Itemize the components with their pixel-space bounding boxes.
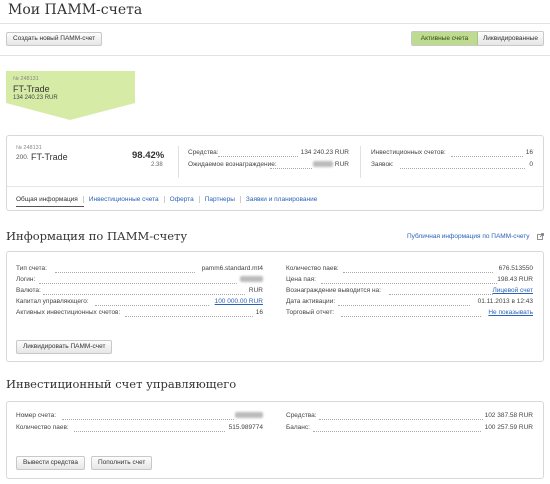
divider [7,186,543,187]
reward-value: RUR [334,161,349,168]
account-tabs: Общая информация Инвестиционные счета Оф… [16,196,322,203]
account-card[interactable]: № 248131 FT-Trade 134 240.23 RUR [6,71,135,120]
dots [218,156,298,157]
deposit-button[interactable]: Пополнить счет [91,456,153,470]
dots [343,272,493,273]
unit-price-value: 198.43 RUR [497,276,533,283]
units-count-label: Количество паев: [286,265,339,272]
dots [62,419,234,420]
active-inv-accounts-label: Активных инвестиционных счетов: [16,309,121,316]
account-number-value [235,412,263,418]
manager-balance-label: Баланс: [286,424,310,431]
card-name: FT-Trade [13,84,50,94]
account-type-value: pamm6.standard.mt4 [201,265,263,272]
inv-accounts-value: 16 [525,149,533,156]
public-info-link[interactable]: Публичная информация по ПАММ-счету [407,233,530,240]
divider [0,23,550,24]
card-number: № 248131 [13,76,39,82]
active-tab-indicator [16,206,84,207]
unit-price-label: Цена пая: [286,276,316,283]
manager-capital-label: Капитал управляющего: [16,298,89,305]
dots [451,156,523,157]
active-inv-accounts-value: 16 [255,309,263,316]
trade-report-label: Торговый отчет: [286,309,335,316]
units-count-value: 676.513550 [498,265,533,272]
dots [270,168,312,169]
manager-funds-label: Средства: [286,412,317,419]
hidden-value [313,161,333,167]
login-label: Логин: [16,276,36,283]
dots [400,168,525,169]
page-title: Мои ПАММ-счета [8,2,143,18]
manager-balance-value: 100 257.59 RUR [484,424,533,431]
inv-accounts-label: Инвестиционных счетов: [371,149,446,156]
filter-liquidated-button[interactable]: Ликвидированные [478,32,543,45]
filter-active-button[interactable]: Активные счета [412,32,478,45]
withdraw-button[interactable]: Вывести средства [16,456,86,470]
dots [319,419,483,420]
dots [341,316,481,317]
reward-payout-value[interactable]: Лицевой счет [487,287,533,294]
dots [74,431,225,432]
liquidate-button[interactable]: Ликвидировать ПАММ-счет [16,340,113,354]
yield-percent: 98.42% [132,150,165,161]
account-type-label: Тип счета: [16,265,47,272]
dots [338,305,470,306]
tab-requests[interactable]: Заявки и планирование [239,196,322,203]
create-pamm-button[interactable]: Создать новый ПАММ-счет [6,32,103,46]
manager-units-label: Количество паев: [16,424,69,431]
dots [95,305,209,306]
requests-label: Заявок: [371,161,394,168]
manager-funds-value: 102 387.58 RUR [484,412,533,419]
reward-label: Ожидаемое вознаграждение: [188,161,277,168]
reward-payout-label: Вознаграждение выводится на: [286,287,381,294]
funds-label: Средства: [188,149,219,156]
yield-sub: 2.38 [151,162,163,168]
card-amount: 134 240.23 RUR [13,95,58,101]
trade-report-value[interactable]: Не показывать [481,309,533,316]
summary-name: FT-Trade [31,152,68,162]
currency-value: RUR [248,287,263,294]
requests-value: 0 [529,161,533,168]
funds-value: 134 240.23 RUR [300,149,349,156]
dots [55,272,195,273]
manager-heading: Инвестиционный счет управляющего [6,377,237,391]
info-panel: Тип счета: pamm6.standard.mt4 Логин: Вал… [6,251,544,362]
tab-offer[interactable]: Оферта [163,196,199,203]
activation-date-value: 01.11.2013 в 12:43 [477,298,533,305]
divider [0,55,550,56]
dots [39,283,237,284]
summary-number: № 248131 [16,145,42,151]
account-filter-toggle: Активные счета Ликвидированные [411,31,544,46]
dots [125,316,253,317]
dots [321,283,497,284]
login-value [240,276,263,282]
divider [360,146,361,178]
external-link-icon [537,233,544,240]
summary-index: 200. [16,154,29,161]
currency-label: Валюта: [16,287,41,294]
tab-general[interactable]: Общая информация [16,196,83,203]
account-number-label: Номер счета: [16,412,57,419]
manager-panel: Номер счета: Количество паев: 515.989774… [6,401,544,479]
dots [313,431,481,432]
manager-capital-value[interactable]: 100 000.00 RUR [207,298,263,305]
info-heading: Информация по ПАММ-счету [6,229,188,243]
activation-date-label: Дата активации: [286,298,336,305]
manager-units-value: 515.989774 [228,424,263,431]
dots [389,294,493,295]
tab-investment-accounts[interactable]: Инвестиционные счета [82,196,164,203]
divider [178,146,179,178]
dots [43,294,245,295]
tab-partners[interactable]: Партнеры [198,196,240,203]
